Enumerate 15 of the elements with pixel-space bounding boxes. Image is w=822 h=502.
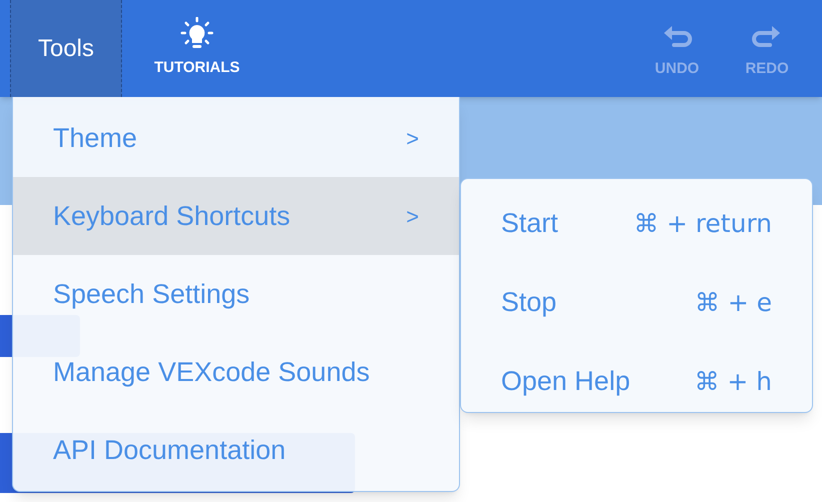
shortcut-keys: ⌘ + return (634, 204, 772, 242)
tools-menu[interactable]: Tools (10, 0, 122, 97)
tutorials-button[interactable]: TUTORIALS (142, 0, 252, 97)
shortcut-item[interactable]: Open Help ⌘ + h (461, 342, 812, 421)
submenu-arrow: > (406, 202, 419, 230)
shortcut-keys: ⌘ + e (694, 284, 772, 322)
submenu-arrow: > (406, 124, 419, 152)
shortcut-keys: ⌘ + h (694, 362, 772, 400)
menu-item[interactable]: Theme > (13, 99, 459, 177)
menu-item[interactable]: Speech Settings (13, 255, 459, 333)
menu-item[interactable]: Keyboard Shortcuts > (13, 177, 459, 255)
shortcut-item[interactable]: Stop ⌘ + e (461, 263, 812, 342)
menu-item[interactable]: Manage VEXcode Sounds (13, 333, 459, 411)
shortcut-item[interactable]: Start ⌘ + return (461, 184, 812, 263)
menu-item[interactable]: API Documentation (13, 411, 459, 489)
